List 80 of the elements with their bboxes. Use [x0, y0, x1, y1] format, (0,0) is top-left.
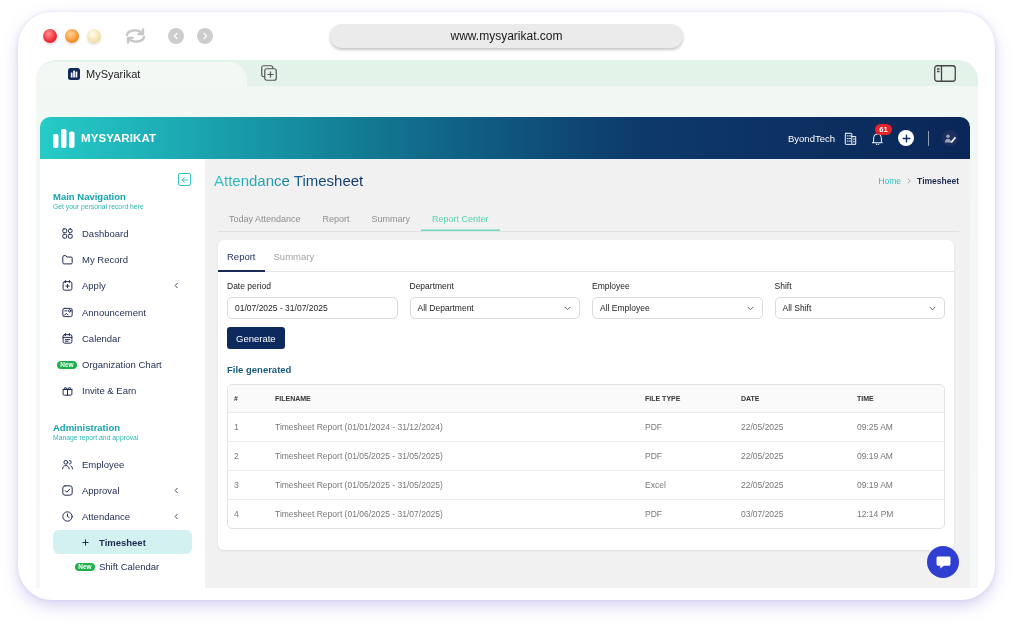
- table-cell-text: 22/05/2025: [740, 480, 785, 490]
- breadcrumb-current: Timesheet: [917, 176, 959, 186]
- sidebar-item[interactable]: Approval: [53, 477, 192, 504]
- sidebar-item[interactable]: Employee: [53, 451, 192, 478]
- app-logo-icon: [68, 68, 80, 80]
- table-cell-text: Timesheet Report (01/06/2025 - 31/07/2025): [274, 509, 444, 519]
- table-cell-text: 2: [233, 451, 240, 461]
- chevron-down-icon: [746, 304, 754, 312]
- users-icon: [61, 458, 73, 470]
- plus-icon: [81, 538, 89, 546]
- table-cell-text: 09:19 AM: [856, 451, 894, 461]
- sidebar-item[interactable]: Apply: [53, 272, 192, 299]
- avatar-icon[interactable]: [942, 130, 958, 146]
- table-cell-text: 3: [233, 480, 240, 490]
- table-cell-text: Timesheet Report (01/01/2024 - 31/12/2024): [274, 422, 444, 432]
- date-range-field[interactable]: 01/07/2025 - 31/07/2025: [227, 297, 398, 319]
- sidebar-item[interactable]: Calendar: [53, 325, 192, 352]
- dropdown-field[interactable]: All Shift: [774, 297, 945, 319]
- table-cell-text: 22/05/2025: [740, 451, 785, 461]
- chevron-right-icon: [906, 178, 913, 184]
- bell-icon[interactable]: [871, 131, 884, 145]
- image-icon: [61, 306, 73, 318]
- table-cell-text: PDF: [644, 422, 663, 432]
- table-cell-text: Timesheet Report (01/05/2025 - 31/05/2025): [274, 451, 444, 461]
- section-title: Administration: [53, 422, 122, 435]
- dropdown-field[interactable]: All Employee: [592, 297, 763, 319]
- chevron-down-icon: [929, 304, 936, 312]
- checkbox-icon: [61, 485, 73, 496]
- chat-icon: [935, 555, 951, 569]
- table-cell-text: 12:14 PM: [856, 509, 895, 519]
- chevron-left-icon: [173, 487, 180, 494]
- field-label: Department: [409, 281, 455, 292]
- arrow-left-icon: [180, 175, 189, 184]
- chevron-left-icon: [173, 282, 180, 290]
- dropdown-field[interactable]: All Department: [409, 297, 580, 319]
- chevron-down-icon: [564, 304, 571, 312]
- chat-button[interactable]: [927, 546, 959, 578]
- address-bar[interactable]: www.mysyarikat.com: [330, 24, 683, 48]
- brand-name: MYSYARIKAT: [81, 132, 157, 144]
- sidebar-item[interactable]: Invite & Earn: [53, 377, 192, 405]
- table-cell-text: 09:19 AM: [856, 480, 894, 490]
- table-cell-text: 22/05/2025: [740, 422, 785, 432]
- field-label: Shift: [774, 281, 793, 292]
- chevron-left-icon: [172, 32, 180, 40]
- table-cell-text: Excel: [644, 480, 667, 490]
- building-icon[interactable]: [844, 131, 857, 145]
- grid-icon: [61, 227, 73, 239]
- window-control-icon[interactable]: [43, 29, 57, 43]
- company-name: ByondTech: [788, 132, 835, 144]
- table-cell-text: 1: [233, 422, 240, 432]
- folder-icon: [61, 253, 73, 265]
- chevron-left-icon: [173, 513, 180, 521]
- sidebar-item[interactable]: Attendance: [53, 503, 192, 530]
- generate-button[interactable]: Generate: [227, 327, 285, 349]
- clock-icon: [61, 511, 73, 523]
- table-cell-text: 4: [233, 509, 240, 519]
- tab[interactable]: Report: [218, 240, 265, 272]
- section-title: Main Navigation: [53, 191, 127, 203]
- table-cell-text: PDF: [644, 451, 663, 461]
- table-cell-text: PDF: [644, 509, 663, 519]
- chevron-right-icon: [201, 32, 209, 40]
- sidebar-subitem[interactable]: Timesheet: [53, 529, 192, 555]
- plus-icon: [901, 133, 911, 143]
- calendar-icon: [61, 332, 73, 344]
- field-label: Employee: [592, 281, 631, 292]
- table-cell-text: Timesheet Report (01/05/2025 - 31/05/2025): [274, 480, 444, 490]
- sidebar-item[interactable]: Announcement: [53, 298, 192, 326]
- add-button[interactable]: [898, 130, 914, 146]
- gift-icon: [61, 385, 73, 397]
- sidebar-item[interactable]: Dashboard: [53, 220, 192, 247]
- field-label: Date period: [227, 281, 272, 292]
- logo-icon: [53, 128, 75, 148]
- sidebar-item[interactable]: My Record: [53, 246, 192, 273]
- table-cell-text: 03/07/2025: [740, 509, 785, 519]
- browser-tab[interactable]: MySyarikat: [36, 62, 247, 86]
- calendar-plus-icon: [61, 280, 73, 292]
- new-tab-icon[interactable]: [261, 65, 277, 81]
- sidebar-toggle-icon[interactable]: [934, 64, 956, 82]
- table-cell-text: 09:25 AM: [856, 422, 894, 432]
- section-title: File generated: [227, 364, 293, 376]
